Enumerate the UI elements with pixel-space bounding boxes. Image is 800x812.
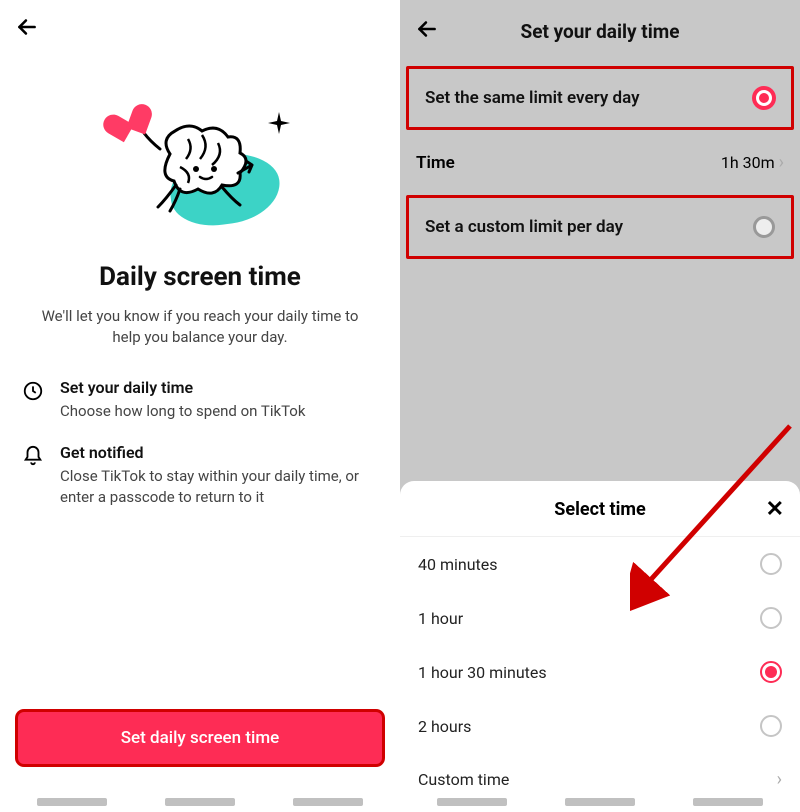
select-time-sheet: Select time ✕ 40 minutes 1 hour 1 hour 3… — [400, 481, 800, 812]
option-label: Custom time — [418, 770, 509, 789]
bell-icon — [20, 443, 46, 507]
sparkle-icon — [268, 112, 290, 134]
option-label: 2 hours — [418, 717, 471, 736]
bottom-indicator — [0, 798, 400, 806]
back-arrow-icon[interactable] — [14, 25, 40, 44]
illustration — [0, 104, 400, 234]
bottom-indicator — [400, 798, 800, 806]
annotation-highlight: Set a custom limit per day — [406, 195, 794, 259]
time-option-40m[interactable]: 40 minutes — [400, 537, 800, 591]
sheet-title: Select time — [554, 499, 645, 520]
time-option-1h[interactable]: 1 hour — [400, 591, 800, 645]
time-option-2h[interactable]: 2 hours — [400, 699, 800, 753]
time-option-1h30m[interactable]: 1 hour 30 minutes — [400, 645, 800, 699]
option-same-limit[interactable]: Set the same limit every day — [409, 69, 791, 127]
page-subtitle: We'll let you know if you reach your dai… — [30, 306, 370, 348]
radio-unselected-icon[interactable] — [760, 553, 782, 575]
radio-unselected-icon[interactable] — [753, 216, 775, 238]
option-label: Set the same limit every day — [425, 88, 640, 108]
set-daily-screen-time-button[interactable]: Set daily screen time — [18, 712, 382, 764]
screen-intro: Daily screen time We'll let you know if … — [0, 0, 400, 812]
clock-icon — [20, 378, 46, 421]
time-value: 1h 30m — [721, 153, 775, 172]
feature-set-time: Set your daily time Choose how long to s… — [20, 378, 380, 421]
close-icon[interactable]: ✕ — [766, 497, 784, 522]
feature-desc: Choose how long to spend on TikTok — [60, 401, 305, 421]
feature-title: Get notified — [60, 443, 380, 462]
chevron-right-icon: › — [777, 769, 782, 790]
screen-set-daily-time: Set your daily time Set the same limit e… — [400, 0, 800, 812]
chevron-right-icon: › — [779, 152, 784, 173]
option-label: 40 minutes — [418, 555, 498, 574]
time-row[interactable]: Time 1h 30m › — [400, 134, 800, 191]
time-label: Time — [416, 153, 455, 173]
radio-unselected-icon[interactable] — [760, 715, 782, 737]
feature-desc: Close TikTok to stay within your daily t… — [60, 466, 380, 507]
heart-icon — [105, 94, 146, 135]
option-custom-limit[interactable]: Set a custom limit per day — [409, 198, 791, 256]
page-title: Set your daily time — [414, 20, 786, 43]
radio-selected-icon[interactable] — [753, 87, 775, 109]
feature-get-notified: Get notified Close TikTok to stay within… — [20, 443, 380, 507]
annotation-highlight: Set the same limit every day — [406, 66, 794, 130]
radio-unselected-icon[interactable] — [760, 607, 782, 629]
option-label: Set a custom limit per day — [425, 217, 623, 237]
option-label: 1 hour — [418, 609, 463, 628]
radio-selected-icon[interactable] — [760, 661, 782, 683]
option-label: 1 hour 30 minutes — [418, 663, 547, 682]
feature-title: Set your daily time — [60, 378, 305, 397]
page-title: Daily screen time — [0, 262, 400, 292]
